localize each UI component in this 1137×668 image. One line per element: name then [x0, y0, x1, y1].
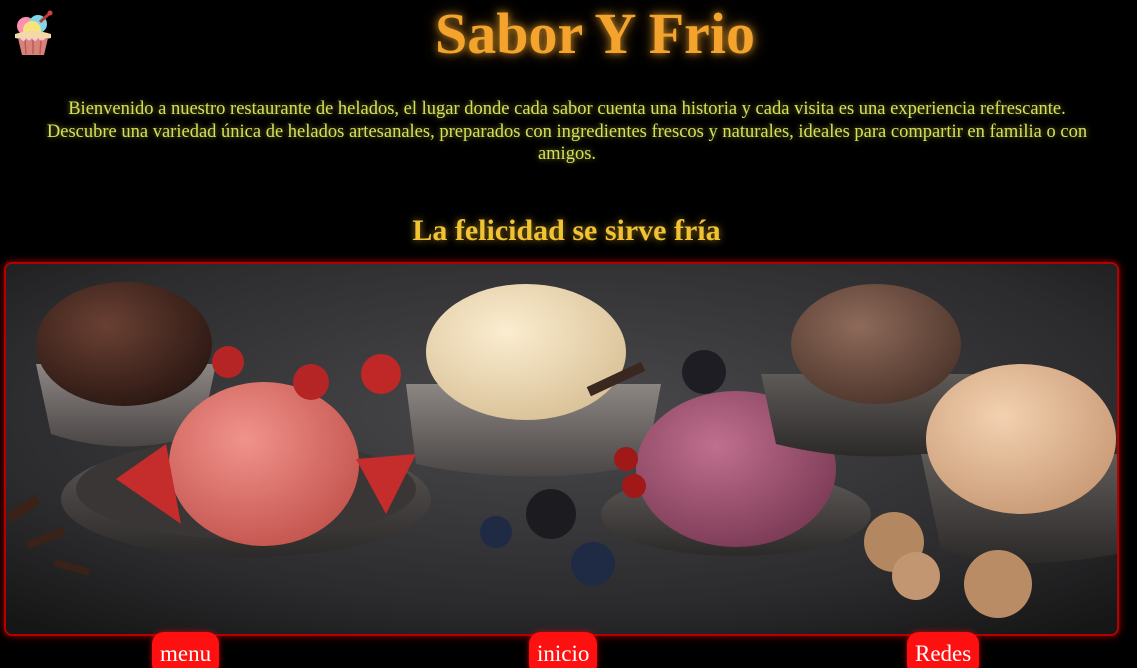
site-title: Sabor Y Frio: [434, 1, 756, 66]
inicio-button[interactable]: inicio: [529, 632, 598, 668]
menu-button[interactable]: menu: [152, 632, 220, 668]
tagline: La felicidad se sirve fría: [412, 214, 721, 247]
intro-text: Bienvenido a nuestro restaurante de hela…: [46, 99, 1088, 164]
redes-button[interactable]: Redes: [907, 632, 980, 668]
page: Sabor Y Frio Bienvenido a nuestro restau…: [0, 0, 1137, 668]
hero-image: [4, 262, 1119, 636]
